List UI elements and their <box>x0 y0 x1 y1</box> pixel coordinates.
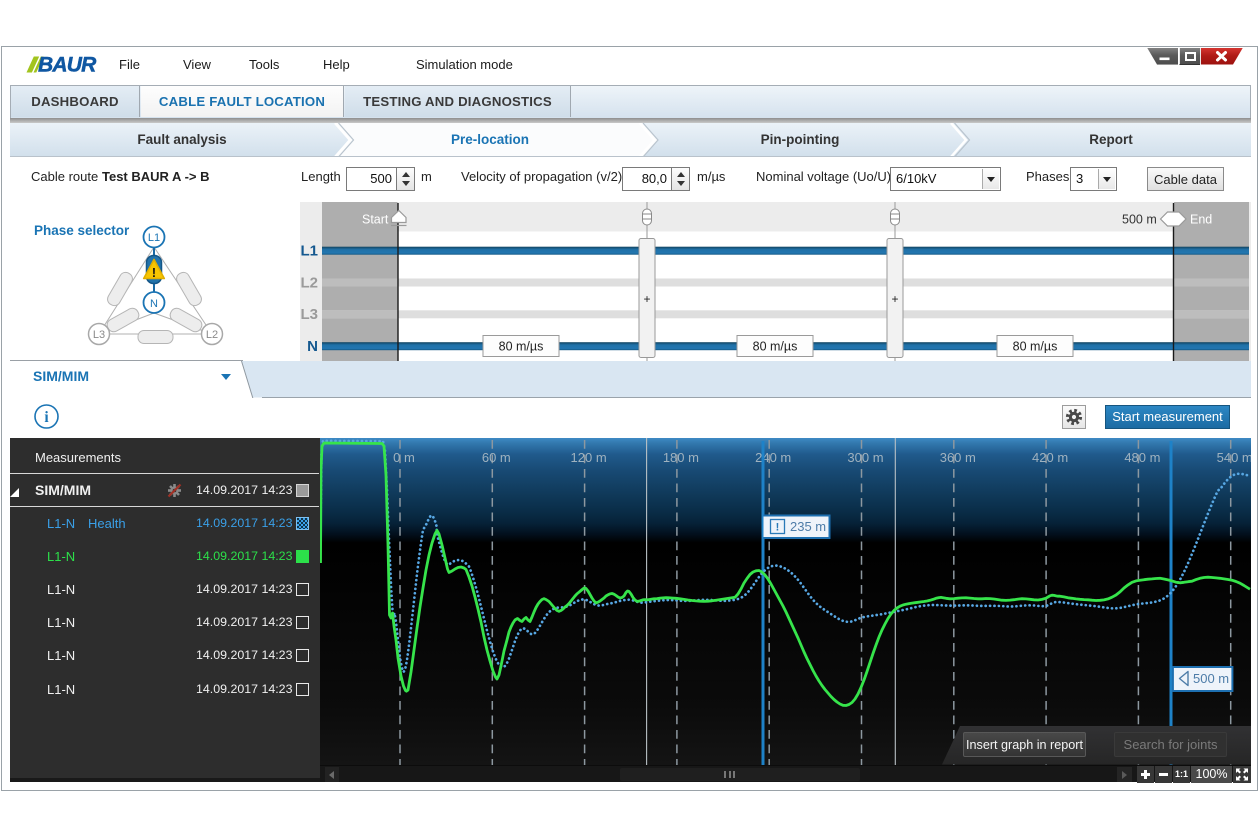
svg-text:500 m: 500 m <box>1122 213 1157 227</box>
svg-text:80 m/µs: 80 m/µs <box>499 340 544 354</box>
svg-text:+: + <box>891 292 898 306</box>
svg-text:!: ! <box>152 266 156 280</box>
svg-text:0 m: 0 m <box>393 450 415 465</box>
svg-text:80 m/µs: 80 m/µs <box>1013 340 1058 354</box>
svg-text:i: i <box>44 409 49 426</box>
svg-text:L3: L3 <box>93 329 105 341</box>
svg-text:60 m: 60 m <box>482 450 511 465</box>
svg-text:500 m: 500 m <box>1193 671 1229 686</box>
svg-text:N: N <box>150 298 158 310</box>
svg-text:360 m: 360 m <box>940 450 976 465</box>
svg-text:N: N <box>307 338 318 355</box>
svg-text:300 m: 300 m <box>847 450 883 465</box>
svg-text:Start: Start <box>362 213 389 227</box>
svg-text:420 m: 420 m <box>1032 450 1068 465</box>
svg-text:180 m: 180 m <box>663 450 699 465</box>
svg-text:End: End <box>1190 213 1212 227</box>
svg-text:BAUR: BAUR <box>38 55 97 74</box>
svg-text:L2: L2 <box>206 329 218 341</box>
svg-text:480 m: 480 m <box>1124 450 1160 465</box>
svg-text:235 m: 235 m <box>790 519 826 534</box>
svg-text:240 m: 240 m <box>755 450 791 465</box>
svg-text:L1: L1 <box>300 243 318 260</box>
svg-text:L3: L3 <box>300 306 318 323</box>
svg-text:L1: L1 <box>148 232 160 244</box>
svg-text:!: ! <box>776 522 780 534</box>
svg-text:L2: L2 <box>300 274 318 291</box>
svg-text:540 m: 540 m <box>1217 450 1251 465</box>
svg-text:80 m/µs: 80 m/µs <box>753 340 798 354</box>
svg-text:120 m: 120 m <box>571 450 607 465</box>
svg-text:+: + <box>643 292 650 306</box>
